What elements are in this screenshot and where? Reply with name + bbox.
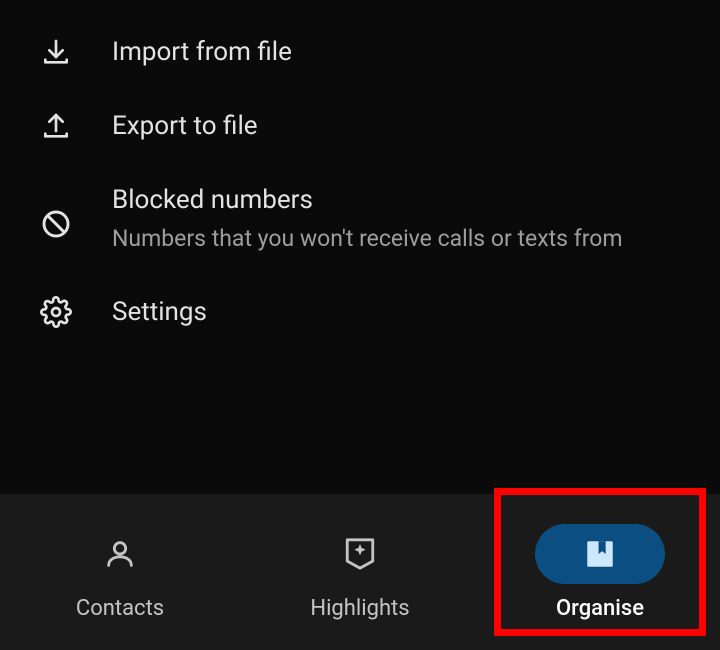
import-from-file-item[interactable]: Import from file [0,16,720,90]
upload-icon [40,111,72,143]
download-icon [40,37,72,69]
nav-highlights[interactable]: Highlights [275,516,445,629]
export-to-file-item[interactable]: Export to file [0,90,720,164]
blocked-subtitle: Numbers that you won't receive calls or … [112,223,680,255]
nav-organise-label: Organise [556,596,644,621]
blocked-title: Blocked numbers [112,184,680,218]
settings-title: Settings [112,296,680,330]
import-title: Import from file [112,36,680,70]
blocked-numbers-item[interactable]: Blocked numbers Numbers that you won't r… [0,164,720,276]
person-icon [103,537,137,571]
nav-contacts-label: Contacts [76,596,164,621]
bottom-navigation: Contacts Highlights Organise [0,494,720,650]
gear-icon [40,296,72,328]
nav-organise[interactable]: Organise [515,516,685,629]
nav-highlights-label: Highlights [310,596,409,621]
block-icon [40,208,72,240]
export-title: Export to file [112,110,680,144]
settings-item[interactable]: Settings [0,276,720,350]
sparkle-badge-icon [343,535,377,573]
nav-contacts[interactable]: Contacts [35,516,205,629]
nav-icon-wrapper-contacts [55,524,185,584]
bookmark-square-icon [583,537,617,571]
nav-icon-wrapper-highlights [295,524,425,584]
menu-list: Import from file Export to file Blocked … [0,0,720,349]
nav-icon-wrapper-organise [535,524,665,584]
